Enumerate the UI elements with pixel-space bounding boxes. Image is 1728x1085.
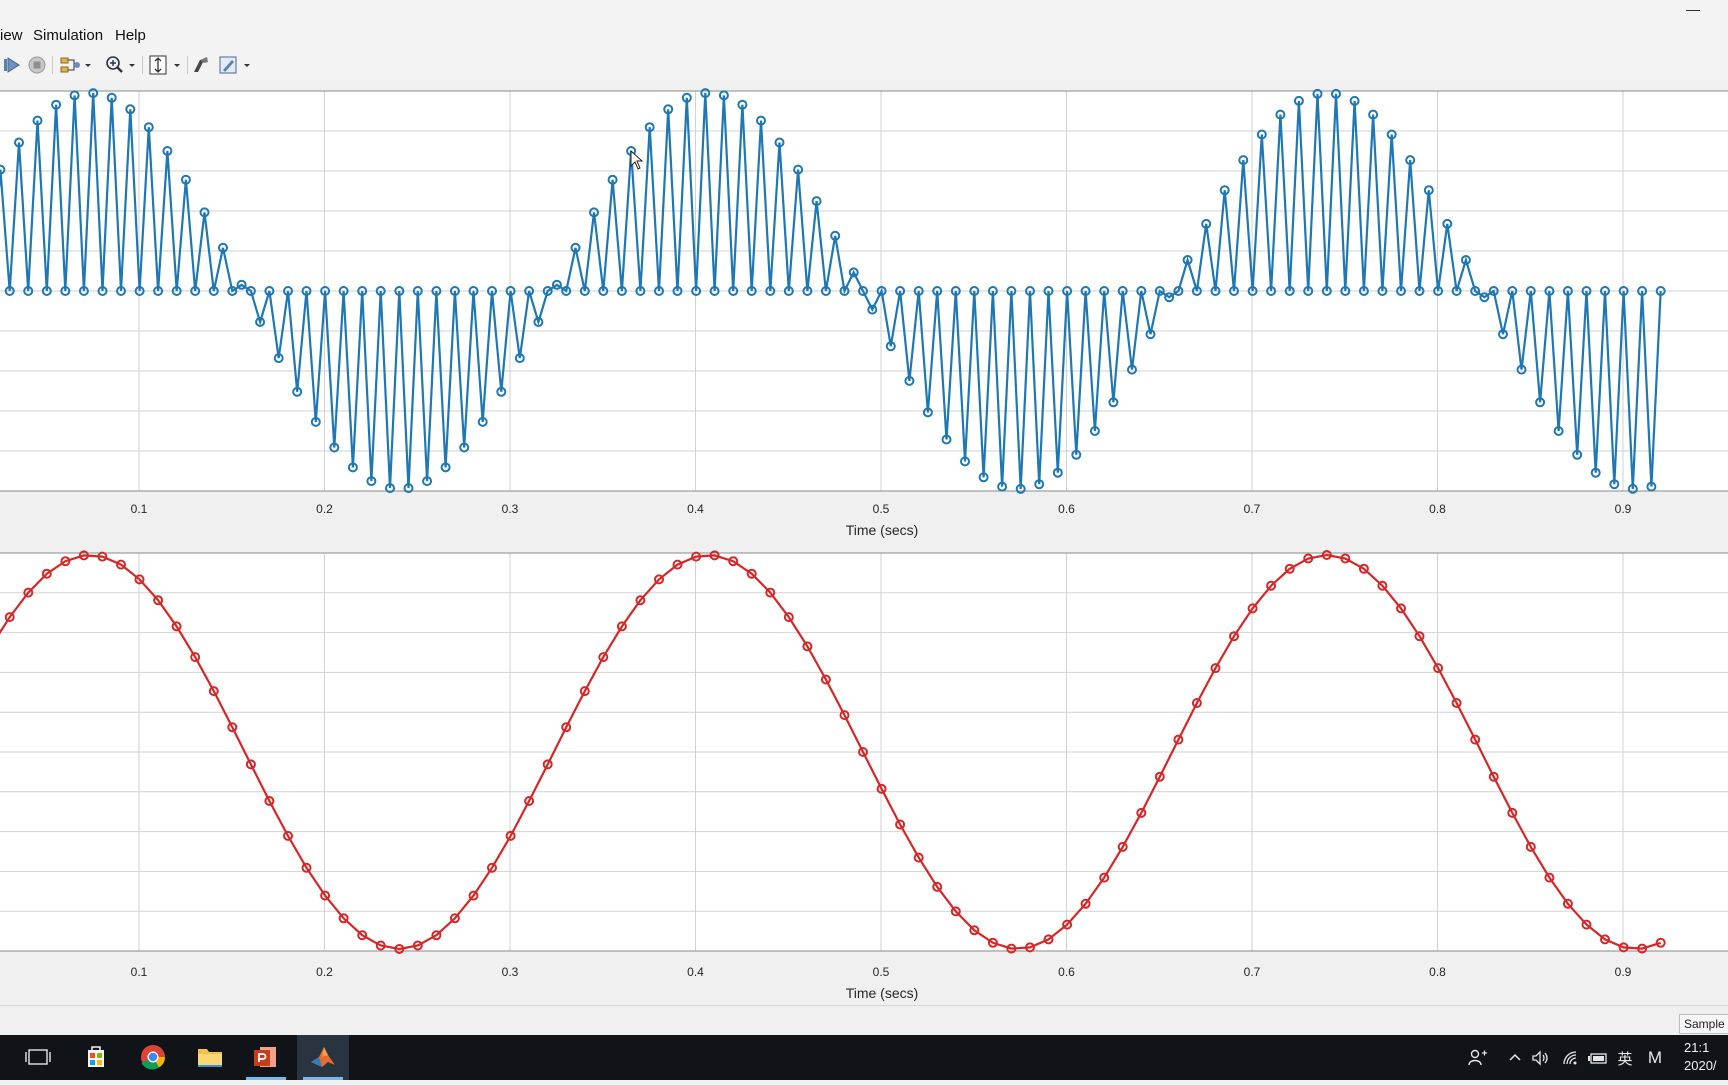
file-explorer-icon: [198, 1049, 222, 1067]
zoom-button[interactable]: [103, 54, 139, 76]
top-x-axis-label: Time (secs): [846, 522, 919, 538]
minimize-button[interactable]: —: [1683, 2, 1703, 19]
x-tick-label: 0.7: [1244, 502, 1261, 516]
clock-date: 2020/: [1684, 1058, 1717, 1073]
x-tick-label: 0.5: [873, 502, 890, 516]
toolbar-separator: [142, 56, 143, 74]
menu-help[interactable]: Help: [115, 27, 146, 44]
properties-button[interactable]: [218, 54, 254, 76]
chrome-icon: [141, 1045, 165, 1070]
x-tick-label: 0.9: [1615, 965, 1632, 979]
bottom-x-axis-label: Time (secs): [846, 985, 919, 1001]
toolbar-separator: [52, 56, 53, 74]
style-icon: [194, 57, 208, 72]
signal-selector-button[interactable]: [58, 54, 94, 76]
signal-selector-icon: [60, 57, 91, 73]
clock-time: 21:1: [1684, 1040, 1710, 1055]
x-tick-label: 0.8: [1429, 965, 1446, 979]
stop-button[interactable]: [27, 54, 47, 76]
properties-icon: [219, 56, 250, 74]
ime-indicator[interactable]: 英: [1614, 1048, 1636, 1068]
style-button[interactable]: [191, 54, 211, 76]
stop-icon: [28, 56, 46, 74]
x-tick-label: 0.3: [502, 502, 519, 516]
matlab-button[interactable]: [297, 1035, 349, 1080]
scope-plot-area: 0.1 0.2 0.3 0.4 0.5 0.6 0.7 0.8 0.9 Time (secs) …: [0, 80, 1728, 1005]
top-x-ticks: 0.1 0.2 0.3 0.4 0.5 0.6 0.7 0.8 0.9: [131, 502, 1632, 516]
x-tick-label: 0.1: [131, 502, 148, 516]
taskbar: 英 M 21:1 2020/: [0, 1035, 1728, 1080]
x-tick-label: 0.8: [1429, 502, 1446, 516]
x-tick-label: 0.2: [316, 502, 333, 516]
status-sample-field: Sample: [1679, 1014, 1728, 1034]
menu-view[interactable]: iew: [0, 27, 23, 44]
store-button[interactable]: [70, 1035, 122, 1080]
people-icon[interactable]: [1466, 1048, 1490, 1068]
toolbar-separator: [187, 56, 188, 74]
x-tick-label: 0.5: [873, 965, 890, 979]
x-tick-label: 0.7: [1244, 965, 1261, 979]
ime-mode-indicator[interactable]: M: [1644, 1048, 1666, 1068]
wifi-icon[interactable]: [1560, 1048, 1582, 1068]
menu-bar: iew Simulation Help —: [0, 0, 1728, 51]
volume-icon[interactable]: [1530, 1048, 1552, 1068]
powerpoint-button[interactable]: [240, 1035, 292, 1080]
battery-icon[interactable]: [1586, 1048, 1610, 1068]
task-view-icon: [25, 1049, 51, 1065]
x-tick-label: 0.4: [687, 965, 704, 979]
status-bar: Sample: [0, 1005, 1728, 1036]
x-tick-label: 0.3: [502, 965, 519, 979]
x-tick-label: 0.1: [131, 965, 148, 979]
scope-plots[interactable]: 0.1 0.2 0.3 0.4 0.5 0.6 0.7 0.8 0.9 Time (secs) …: [0, 80, 1728, 1005]
run-icon: [4, 57, 20, 73]
tray-overflow-chevron-icon[interactable]: [1506, 1048, 1524, 1068]
matlab-icon: [311, 1047, 335, 1067]
toolbar: [0, 50, 1728, 80]
bottom-x-ticks: 0.1 0.2 0.3 0.4 0.5 0.6 0.7 0.8 0.9: [131, 965, 1632, 979]
store-icon: [88, 1046, 104, 1067]
powerpoint-icon: [254, 1047, 276, 1067]
x-tick-label: 0.9: [1615, 502, 1632, 516]
x-tick-label: 0.6: [1058, 502, 1075, 516]
file-explorer-button[interactable]: [184, 1035, 236, 1080]
menu-simulation[interactable]: Simulation: [33, 27, 103, 44]
x-tick-label: 0.2: [316, 965, 333, 979]
chrome-button[interactable]: [127, 1035, 179, 1080]
run-button[interactable]: [2, 54, 22, 76]
task-view-button[interactable]: [12, 1035, 64, 1080]
scale-axes-button[interactable]: [148, 54, 184, 76]
x-tick-label: 0.4: [687, 502, 704, 516]
scale-axes-icon: [149, 55, 180, 75]
zoom-icon: [106, 56, 135, 73]
x-tick-label: 0.6: [1058, 965, 1075, 979]
taskbar-clock[interactable]: 21:1 2020/: [1684, 1039, 1728, 1079]
